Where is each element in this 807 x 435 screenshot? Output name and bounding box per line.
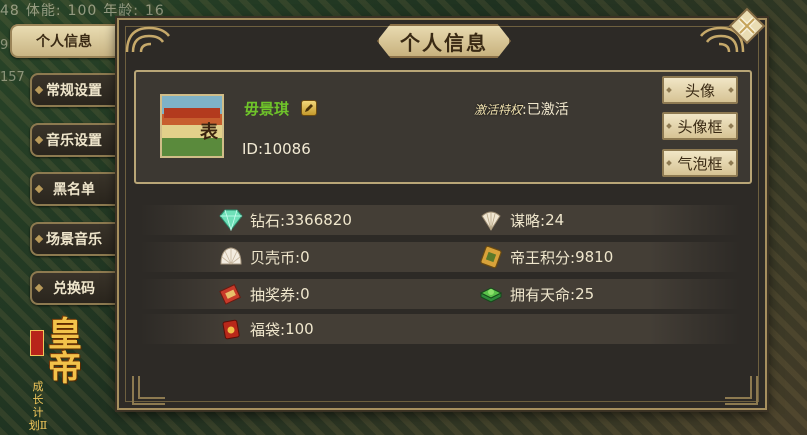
- background-stats-line: 48 体能: 100 年龄: 16: [0, 3, 165, 19]
- tab-label: 场景音乐: [46, 232, 102, 248]
- emperor-points-value: 9810: [575, 248, 614, 266]
- lucky-bag-value: 100: [285, 320, 314, 338]
- diamond-icon: [218, 208, 244, 232]
- player-name: 毋景琪: [244, 100, 290, 118]
- lottery-ticket-value: 0: [300, 285, 310, 303]
- vip-privilege-label: 激活特权: [474, 103, 523, 117]
- lucky-bag-icon: [218, 317, 244, 341]
- edit-name-button[interactable]: [301, 100, 317, 116]
- logo-seal: [30, 330, 44, 356]
- profile-card: 表 毋景琪 ID:10086 激活特权:已激活 头像 头像框 气泡框: [134, 70, 752, 184]
- tab-redeem-code[interactable]: 兑换码: [30, 271, 116, 305]
- avatar-frame-button[interactable]: 头像框: [662, 112, 738, 140]
- corner-ornament-icon: [123, 22, 175, 62]
- resource-diamond: 钻石: 3366820: [218, 207, 352, 233]
- tab-general-settings[interactable]: 常规设置: [30, 73, 116, 107]
- tab-label: 音乐设置: [46, 133, 102, 149]
- tab-scene-music[interactable]: 场景音乐: [30, 222, 116, 256]
- resource-emperor-points: 帝王积分: 9810: [478, 244, 613, 270]
- avatar-character-icon: 表: [200, 122, 218, 143]
- tab-label: 常规设置: [46, 83, 102, 99]
- vip-status-value: :已激活: [522, 102, 569, 118]
- shell-coin-value: 0: [300, 248, 310, 266]
- tab-music-settings[interactable]: 音乐设置: [30, 123, 116, 157]
- background-stat: 9: [0, 38, 9, 53]
- player-id: ID:10086: [242, 140, 311, 158]
- palace-roof-icon: [164, 108, 220, 118]
- panel-title: 个人信息: [377, 24, 511, 58]
- resource-lucky-bag: 福袋: 100: [218, 316, 314, 342]
- logo-subtitle: 成长计划Ⅱ: [28, 380, 48, 432]
- diamond-value: 3366820: [285, 211, 352, 229]
- logo-title: 皇帝: [48, 315, 82, 389]
- tab-personal-info[interactable]: 个人信息: [10, 24, 116, 58]
- pencil-icon: [305, 104, 313, 112]
- avatar[interactable]: 表: [160, 94, 224, 158]
- tab-label: 个人信息: [36, 34, 92, 50]
- game-logo: 皇帝 成长计划Ⅱ: [28, 315, 98, 432]
- chat-bubble-button[interactable]: 气泡框: [662, 149, 738, 177]
- resource-lottery-ticket: 抽奖券: 0: [218, 281, 310, 307]
- close-icon: [728, 7, 766, 45]
- tab-label: 黑名单: [53, 182, 95, 198]
- corner-ornament-icon: [715, 372, 767, 412]
- tab-blacklist[interactable]: 黑名单: [30, 172, 116, 206]
- avatar-button[interactable]: 头像: [662, 76, 738, 104]
- feather-fan-icon: [478, 208, 504, 232]
- close-button[interactable]: [727, 6, 767, 46]
- background-stat: 157: [0, 70, 25, 85]
- tab-label: 兑换码: [53, 281, 95, 297]
- strategy-value: 24: [545, 211, 565, 229]
- mandate-value: 25: [575, 285, 595, 303]
- corner-ornament-icon: [123, 372, 175, 412]
- shell-icon: [218, 245, 244, 269]
- resource-mandate: 拥有天命: 25: [478, 281, 594, 307]
- emperor-badge-icon: [478, 245, 504, 269]
- jade-seal-icon: [478, 282, 504, 306]
- resource-shell-coin: 贝壳币: 0: [218, 244, 310, 270]
- lottery-ticket-icon: [218, 282, 244, 306]
- vip-status: 激活特权:已激活: [474, 99, 569, 119]
- resource-strategy: 谋略: 24: [478, 207, 564, 233]
